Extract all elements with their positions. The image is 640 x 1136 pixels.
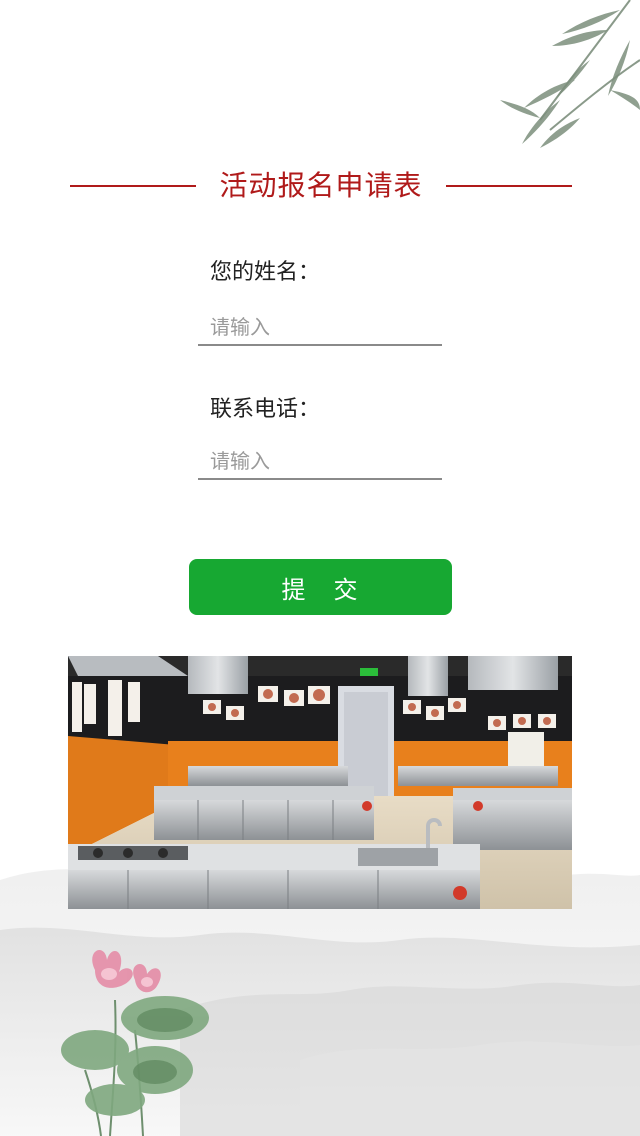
phone-label: 联系电话： <box>210 397 321 422</box>
submit-button[interactable]: 提 交 <box>189 559 452 615</box>
bamboo-icon <box>500 0 640 148</box>
kitchen-classroom-photo <box>68 656 572 909</box>
form-header: 活动报名申请表 <box>0 166 640 206</box>
phone-input[interactable] <box>198 444 442 480</box>
name-input[interactable] <box>198 310 442 346</box>
lotus-icon <box>61 949 209 1136</box>
header-divider-left <box>70 185 196 187</box>
name-label: 您的姓名： <box>210 260 321 285</box>
header-divider-right <box>446 185 572 187</box>
page-title: 活动报名申请表 <box>219 169 423 202</box>
